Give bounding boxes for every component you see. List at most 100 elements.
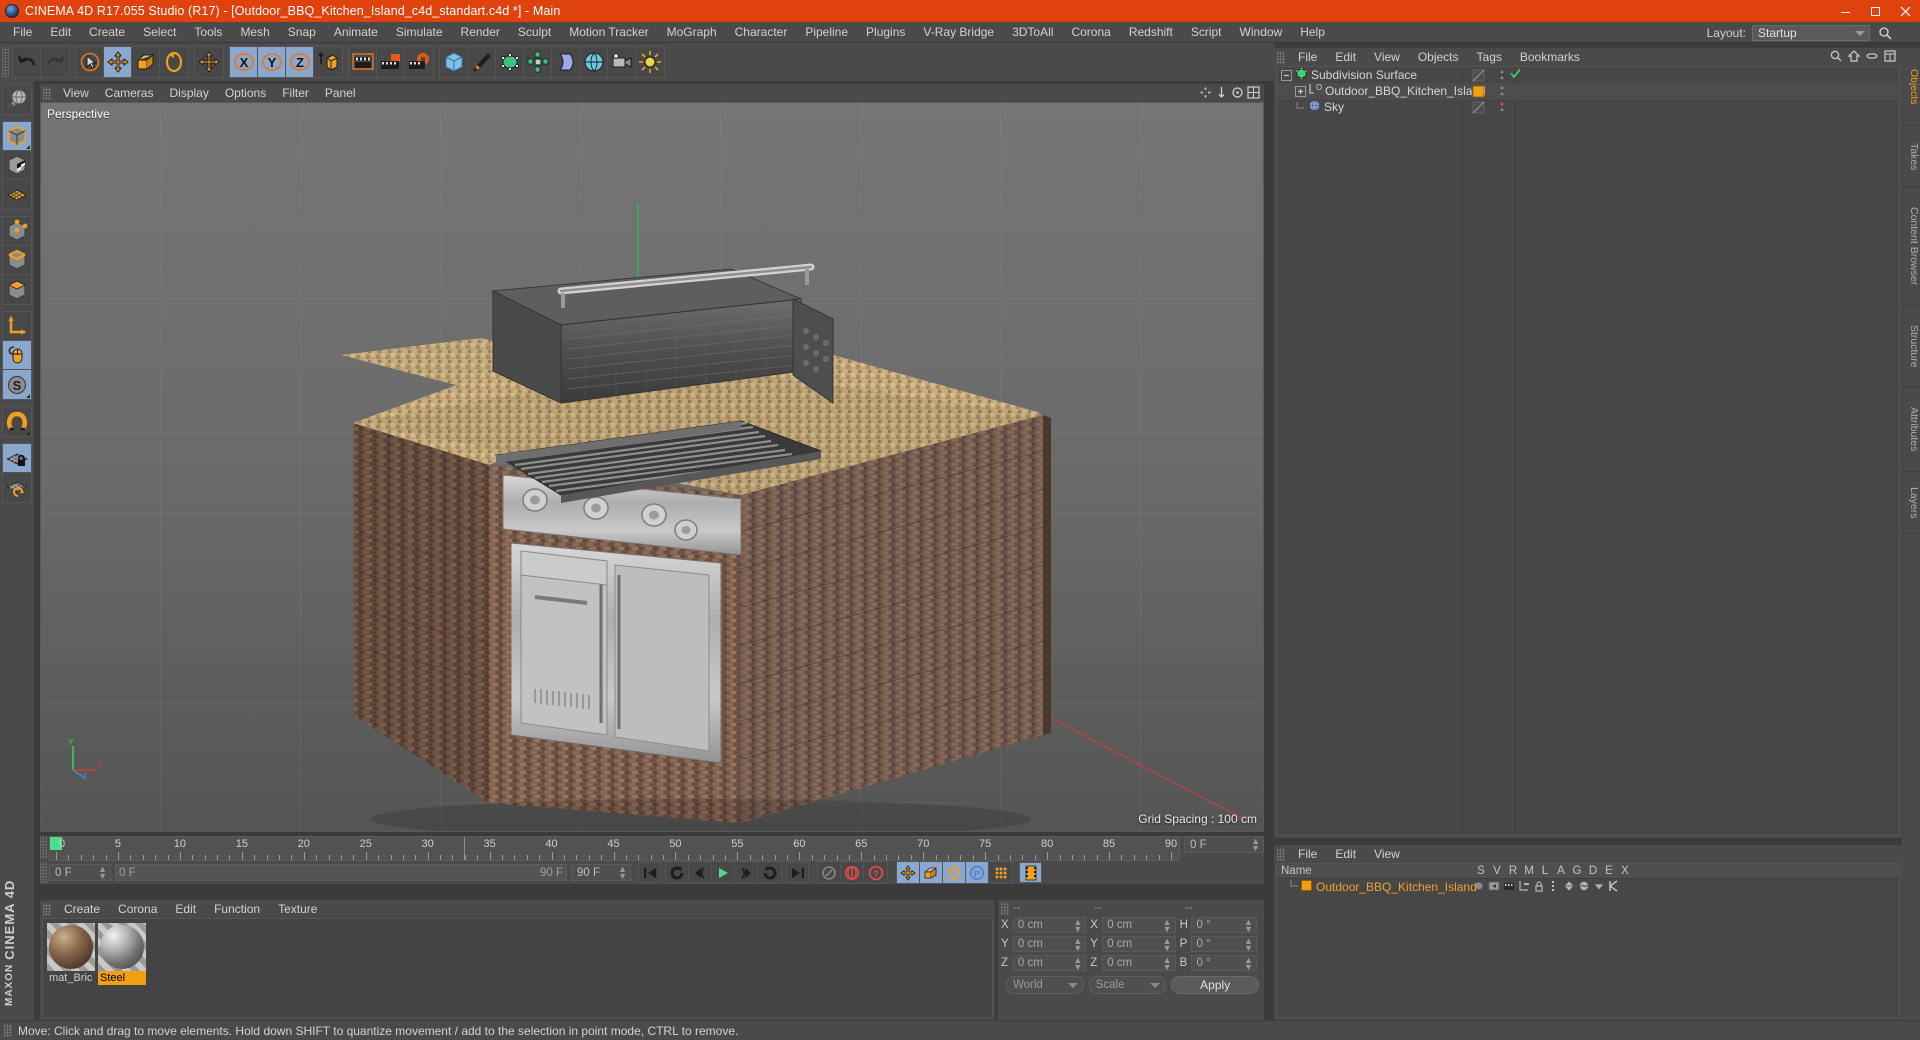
position-z-field[interactable]: 0 cm ▲ ▼	[1012, 954, 1087, 971]
material-tag-icon[interactable]	[1472, 85, 1485, 98]
viewport-menu-panel[interactable]: Panel	[317, 84, 364, 102]
enabled-check-icon[interactable]	[1510, 68, 1521, 82]
generator-nurbs-icon[interactable]	[496, 47, 524, 77]
structure-menu-file[interactable]: File	[1289, 845, 1326, 863]
structure-menu-edit[interactable]: Edit	[1326, 845, 1365, 863]
camera-icon[interactable]	[608, 47, 636, 77]
stepper-icon[interactable]: ▲ ▼	[1244, 936, 1253, 952]
record-parameter-icon[interactable]: P	[966, 862, 989, 883]
menu-item-mograph[interactable]: MoGraph	[658, 22, 726, 43]
menu-item-vray-bridge[interactable]: V-Ray Bridge	[914, 22, 1003, 43]
object-tree[interactable]: Subdivision Surface O Outdoor_BBQ_Kitche…	[1276, 66, 1900, 836]
zoom-view-icon[interactable]	[1215, 86, 1228, 99]
viewport-menu-filter[interactable]: Filter	[274, 84, 317, 102]
record-pla-icon[interactable]	[989, 862, 1012, 883]
menu-item-file[interactable]: File	[4, 22, 41, 43]
object-row-subdivision-surface[interactable]: Subdivision Surface	[1277, 67, 1899, 83]
cube-primitive-icon[interactable]	[440, 47, 468, 77]
material-menu-function[interactable]: Function	[205, 900, 269, 918]
object-axis-icon[interactable]	[3, 312, 31, 341]
y-axis-icon[interactable]: Y	[258, 47, 286, 77]
material-grip[interactable]	[43, 902, 51, 916]
render-to-picture-viewer-icon[interactable]	[377, 47, 405, 77]
polygons-mode-icon[interactable]	[3, 275, 31, 304]
animation-icon[interactable]	[1548, 880, 1560, 895]
current-frame-field[interactable]: 0 F ▲ ▼	[49, 864, 111, 881]
model-mode-icon[interactable]	[3, 122, 31, 151]
menu-item-sculpt[interactable]: Sculpt	[509, 22, 560, 43]
record-scale-icon[interactable]	[920, 862, 943, 883]
light-icon[interactable]	[636, 47, 664, 77]
stepper-icon[interactable]: ▲ ▼	[1163, 917, 1172, 933]
spline-pen-icon[interactable]	[468, 47, 496, 77]
object-manager-grip[interactable]	[1277, 50, 1285, 64]
menu-item-plugins[interactable]: Plugins	[857, 22, 914, 43]
stepper-icon[interactable]: ▲ ▼	[1244, 955, 1253, 971]
om-menu-bookmarks[interactable]: Bookmarks	[1511, 48, 1589, 66]
object-row-sky[interactable]: Sky	[1277, 99, 1899, 115]
z-axis-icon[interactable]: Z	[286, 47, 314, 77]
timeline-grip[interactable]	[40, 836, 47, 859]
rotate-icon[interactable]	[160, 47, 188, 77]
layer-icon[interactable]	[1866, 50, 1878, 65]
lock-icon[interactable]	[1533, 880, 1545, 895]
previous-frame-icon[interactable]	[689, 862, 712, 883]
menu-item-script[interactable]: Script	[1182, 22, 1231, 43]
tab-takes[interactable]: Takes	[1902, 126, 1920, 188]
deformer-icon[interactable]	[1578, 880, 1590, 895]
material-menu-texture[interactable]: Texture	[269, 900, 326, 918]
om-menu-edit[interactable]: Edit	[1326, 48, 1365, 66]
expander-plus-icon[interactable]	[1277, 85, 1306, 97]
preview-end-field[interactable]: 90 F ▲ ▼	[571, 864, 631, 881]
search-icon[interactable]	[1830, 50, 1842, 65]
maximize-viewport-icon[interactable]	[1247, 86, 1260, 99]
coordinate-grip[interactable]	[1001, 901, 1009, 915]
autokeying-icon[interactable]	[818, 862, 841, 883]
om-menu-objects[interactable]: Objects	[1409, 48, 1468, 66]
material-item-brick[interactable]: mat_Bric	[47, 923, 95, 985]
points-mode-icon[interactable]	[3, 217, 31, 246]
material-list[interactable]: mat_Bric Steel	[42, 918, 993, 1018]
texture-mode-icon[interactable]	[3, 151, 31, 180]
tab-content-browser[interactable]: Content Browser	[1902, 188, 1920, 306]
move-icon[interactable]	[104, 47, 132, 77]
coordinate-system-dropdown[interactable]: World	[1006, 976, 1084, 994]
rotation-p-field[interactable]: 0 ° ▲ ▼	[1191, 935, 1257, 952]
menu-item-animate[interactable]: Animate	[325, 22, 387, 43]
stepper-icon[interactable]: ▲ ▼	[1251, 837, 1260, 853]
menu-item-motion-tracker[interactable]: Motion Tracker	[560, 22, 657, 43]
pan-view-icon[interactable]	[1199, 86, 1212, 99]
rotation-h-field[interactable]: 0 ° ▲ ▼	[1191, 916, 1257, 933]
viewport-solo-icon[interactable]	[3, 341, 31, 370]
home-icon[interactable]	[1847, 50, 1861, 65]
apply-button[interactable]: Apply	[1171, 976, 1259, 994]
viewport-menu-options[interactable]: Options	[217, 84, 274, 102]
next-frame-icon[interactable]	[735, 862, 758, 883]
record-position-icon[interactable]	[897, 862, 920, 883]
material-item-steel[interactable]: Steel	[98, 923, 146, 985]
visibility-dots[interactable]	[1499, 69, 1505, 82]
menu-item-redshift[interactable]: Redshift	[1120, 22, 1182, 43]
select-live-icon[interactable]	[76, 47, 104, 77]
expander-minus-icon[interactable]	[1277, 69, 1292, 81]
structure-grip[interactable]	[1277, 847, 1285, 861]
stepper-icon[interactable]: ▲ ▼	[1163, 936, 1172, 952]
move-axis-icon[interactable]	[195, 47, 223, 77]
om-menu-view[interactable]: View	[1365, 48, 1409, 66]
tab-layers[interactable]: Layers	[1902, 472, 1920, 534]
loop-playback-icon[interactable]	[758, 862, 781, 883]
stepper-icon[interactable]: ▲ ▼	[1073, 917, 1082, 933]
generator-icon[interactable]	[1563, 879, 1575, 895]
tab-structure[interactable]: Structure	[1902, 306, 1920, 388]
knife-icon[interactable]	[1608, 879, 1620, 895]
x-axis-icon[interactable]: X	[230, 47, 258, 77]
structure-menu-view[interactable]: View	[1365, 845, 1409, 863]
environment-floor-icon[interactable]	[580, 47, 608, 77]
menu-item-mesh[interactable]: Mesh	[231, 22, 278, 43]
om-menu-tags[interactable]: Tags	[1468, 48, 1511, 66]
timeline-filmstrip-icon[interactable]	[1019, 862, 1042, 883]
search-icon[interactable]	[1878, 26, 1892, 40]
workplane-lock-icon[interactable]	[3, 444, 31, 473]
enable-snap-s-icon[interactable]: S	[3, 370, 31, 399]
material-thumbnail[interactable]	[47, 923, 95, 971]
